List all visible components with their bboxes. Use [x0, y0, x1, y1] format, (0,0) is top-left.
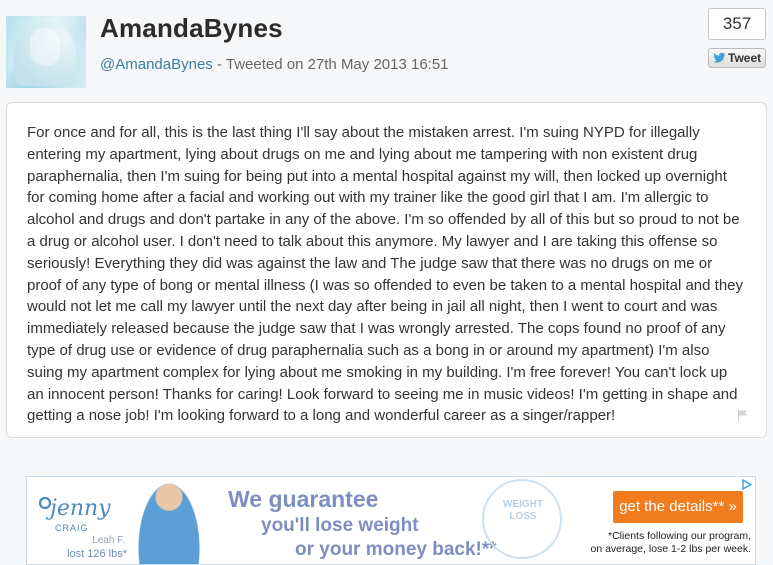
- author-handle-link[interactable]: @AmandaBynes: [100, 56, 213, 73]
- ad-headline-1: We guarantee: [228, 486, 379, 512]
- ad-fine-print: *Clients following our program, on avera…: [573, 530, 751, 556]
- advertisement-banner[interactable]: jenny CRAIG Leah F. lost 126 lbs* We gua…: [26, 476, 756, 565]
- ad-headline-3: or your money back!**: [295, 539, 497, 560]
- ad-person-result: lost 126 lbs*: [67, 548, 127, 560]
- adchoices-icon[interactable]: [741, 479, 752, 490]
- weight-loss-badge: WEIGHT LOSS: [482, 479, 562, 559]
- ad-headline-2: you'll lose weight: [261, 515, 419, 536]
- retweet-count: 357: [708, 8, 766, 40]
- tweet-card: For once and for all, this is the last t…: [6, 102, 767, 438]
- brand-top: jenny: [45, 496, 111, 521]
- fine-print-line-1: *Clients following our program,: [608, 530, 751, 542]
- author-name[interactable]: AmandaBynes: [100, 13, 283, 44]
- flag-icon[interactable]: [737, 410, 748, 421]
- fine-print-line-2: on average, lose 1-2 lbs per week.: [590, 543, 751, 555]
- tweet-timestamp: - Tweeted on 27th May 2013 16:51: [212, 56, 449, 73]
- tweet-meta: @AmandaBynes - Tweeted on 27th May 2013 …: [100, 56, 449, 73]
- tweet-button[interactable]: Tweet: [708, 48, 766, 68]
- twitter-bird-icon: [713, 52, 726, 63]
- get-details-button[interactable]: get the details** »: [613, 491, 743, 523]
- badge-text: WEIGHT LOSS: [503, 499, 543, 522]
- ad-person-name: Leah F.: [92, 535, 125, 546]
- tweet-button-label: Tweet: [728, 51, 762, 65]
- brand-bottom: CRAIG: [55, 523, 89, 533]
- tweet-body: For once and for all, this is the last t…: [27, 124, 744, 425]
- avatar-overlay: [6, 16, 86, 88]
- avatar[interactable]: [6, 16, 86, 88]
- ad-model-image: [137, 481, 201, 564]
